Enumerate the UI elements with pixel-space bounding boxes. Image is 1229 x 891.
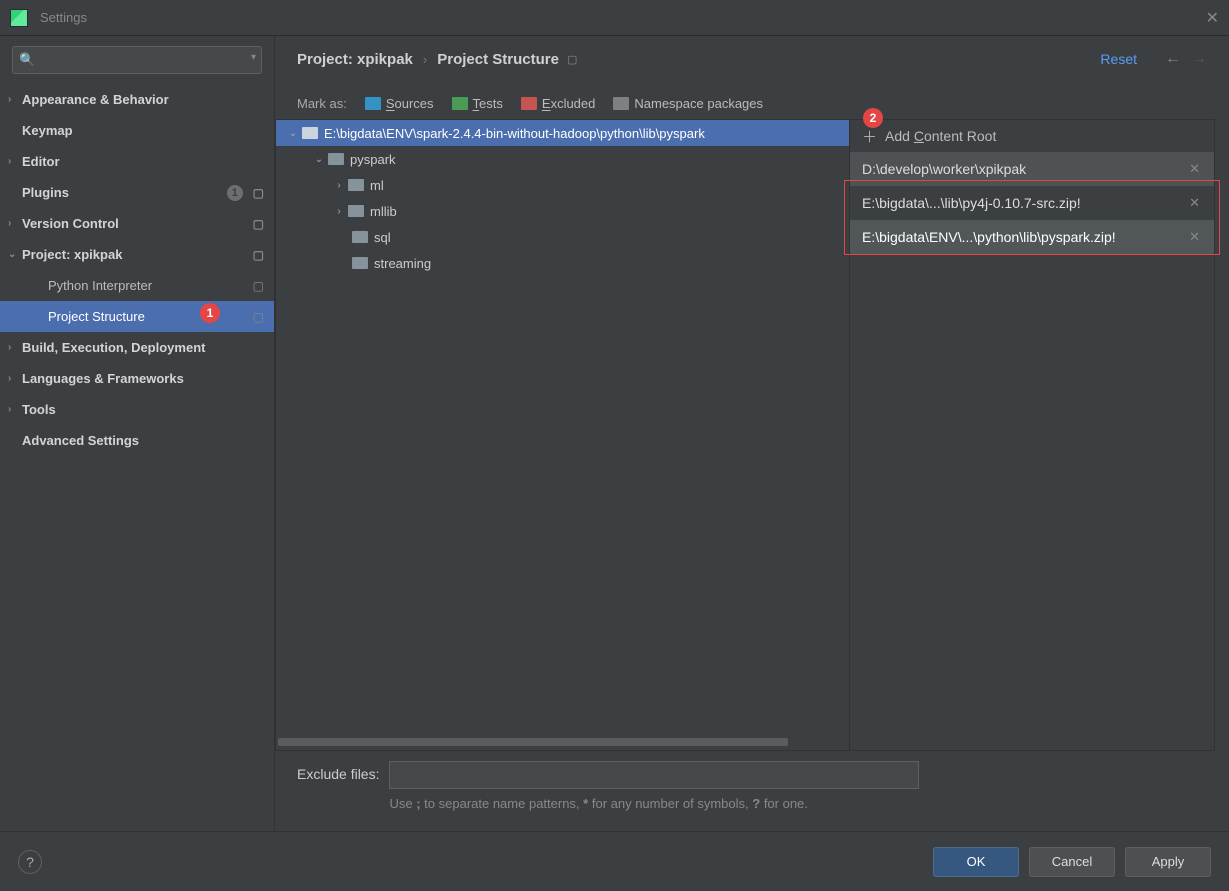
settings-tree: ›Appearance & Behavior Keymap ›Editor Pl… — [0, 84, 274, 831]
project-config-icon: ▢ — [253, 186, 264, 200]
sidebar-item-project[interactable]: ⌄Project: xpikpak▢ — [0, 239, 274, 270]
search-box: 🔍 ▾ — [12, 46, 262, 74]
project-config-icon: ▢ — [253, 279, 264, 293]
bottombar: ? OK Cancel Apply — [0, 831, 1229, 891]
directory-tree-pane: ⌄E:\bigdata\ENV\spark-2.4.4-bin-without-… — [275, 119, 850, 751]
plus-icon: ＋ — [862, 126, 877, 147]
folder-icon — [521, 97, 537, 110]
help-button[interactable]: ? — [18, 850, 42, 874]
folder-icon — [613, 97, 629, 110]
chevron-right-icon: › — [8, 218, 11, 229]
chevron-right-icon: › — [8, 156, 11, 167]
folder-icon — [352, 231, 368, 243]
mark-sources[interactable]: Sources — [365, 96, 434, 111]
annotation-badge-2: 2 — [863, 108, 883, 128]
tree-row-ml[interactable]: ›ml — [276, 172, 849, 198]
sidebar-item-keymap[interactable]: Keymap — [0, 115, 274, 146]
ok-button[interactable]: OK — [933, 847, 1019, 877]
chevron-right-icon: › — [332, 180, 346, 191]
content-roots-pane: ＋ Add Content Root 2 D:\develop\worker\x… — [850, 119, 1215, 751]
project-config-icon: ▢ — [253, 248, 264, 262]
mark-as-label: Mark as: — [297, 96, 347, 111]
sidebar-item-appearance[interactable]: ›Appearance & Behavior — [0, 84, 274, 115]
chevron-down-icon: ⌄ — [8, 249, 16, 260]
remove-root-icon[interactable]: ✕ — [1185, 161, 1204, 177]
forward-arrow-icon[interactable]: → — [1191, 50, 1207, 68]
sidebar-item-tools[interactable]: ›Tools — [0, 394, 274, 425]
tree-row-streaming[interactable]: streaming — [276, 250, 849, 276]
horizontal-scrollbar[interactable] — [278, 738, 849, 748]
sidebar-item-advanced[interactable]: Advanced Settings — [0, 425, 274, 456]
sidebar-item-project-structure[interactable]: Project Structure1▢ — [0, 301, 274, 332]
breadcrumb: Project: xpikpak › Project Structure ▢ R… — [275, 36, 1229, 74]
annotation-highlight — [844, 180, 1220, 255]
sidebar-item-editor[interactable]: ›Editor — [0, 146, 274, 177]
apply-button[interactable]: Apply — [1125, 847, 1211, 877]
crumb-structure: Project Structure — [437, 51, 559, 68]
chevron-down-icon: ⌄ — [286, 128, 300, 139]
exclude-files-hint: Use ; to separate name patterns, * for a… — [389, 795, 919, 813]
scrollbar-thumb[interactable] — [278, 738, 788, 746]
project-config-icon: ▢ — [253, 217, 264, 231]
sidebar: 🔍 ▾ ›Appearance & Behavior Keymap ›Edito… — [0, 36, 275, 831]
chevron-right-icon: › — [8, 404, 11, 415]
plugins-badge: 1 — [227, 185, 243, 201]
mark-namespace[interactable]: Namespace packages — [613, 96, 763, 111]
folder-icon — [302, 127, 318, 139]
chevron-right-icon: › — [332, 206, 346, 217]
sidebar-item-vcs[interactable]: ›Version Control▢ — [0, 208, 274, 239]
mark-excluded[interactable]: Excluded — [521, 96, 595, 111]
close-icon[interactable]: ✕ — [1206, 8, 1219, 28]
tree-row-mllib[interactable]: ›mllib — [276, 198, 849, 224]
chevron-right-icon: › — [8, 94, 11, 105]
back-arrow-icon[interactable]: ← — [1165, 50, 1181, 68]
chevron-right-icon: › — [8, 342, 11, 353]
crumb-project[interactable]: Project: xpikpak — [297, 51, 413, 68]
folder-icon — [348, 179, 364, 191]
folder-icon — [365, 97, 381, 110]
chevron-right-icon: › — [423, 52, 427, 67]
cancel-button[interactable]: Cancel — [1029, 847, 1115, 877]
search-icon: 🔍 — [19, 52, 35, 68]
chevron-down-icon[interactable]: ▾ — [251, 52, 256, 63]
exclude-files-row: Exclude files: Use ; to separate name pa… — [275, 751, 1229, 813]
folder-icon — [328, 153, 344, 165]
tree-row-root[interactable]: ⌄E:\bigdata\ENV\spark-2.4.4-bin-without-… — [276, 120, 849, 146]
reset-link[interactable]: Reset — [1100, 51, 1137, 67]
add-content-root[interactable]: ＋ Add Content Root 2 — [850, 120, 1214, 152]
mark-as-row: Mark as: Sources Tests Excluded Namespac… — [275, 74, 1229, 119]
project-config-icon: ▢ — [567, 53, 577, 66]
search-input[interactable] — [12, 46, 262, 74]
folder-icon — [452, 97, 468, 110]
project-config-icon: ▢ — [253, 310, 264, 324]
tree-row-sql[interactable]: sql — [276, 224, 849, 250]
chevron-right-icon: › — [8, 373, 11, 384]
annotation-badge-1: 1 — [200, 303, 220, 323]
chevron-down-icon: ⌄ — [312, 154, 326, 165]
folder-icon — [352, 257, 368, 269]
sidebar-item-plugins[interactable]: Plugins1▢ — [0, 177, 274, 208]
tree-row-pyspark[interactable]: ⌄pyspark — [276, 146, 849, 172]
window-title: Settings — [40, 10, 87, 25]
app-icon — [10, 9, 28, 27]
sidebar-item-languages[interactable]: ›Languages & Frameworks — [0, 363, 274, 394]
sidebar-item-interpreter[interactable]: Python Interpreter▢ — [0, 270, 274, 301]
exclude-files-label: Exclude files: — [297, 761, 379, 782]
exclude-files-input[interactable] — [389, 761, 919, 789]
content: Project: xpikpak › Project Structure ▢ R… — [275, 36, 1229, 831]
folder-icon — [348, 205, 364, 217]
mark-tests[interactable]: Tests — [452, 96, 503, 111]
titlebar: Settings ✕ — [0, 0, 1229, 36]
sidebar-item-build[interactable]: ›Build, Execution, Deployment — [0, 332, 274, 363]
